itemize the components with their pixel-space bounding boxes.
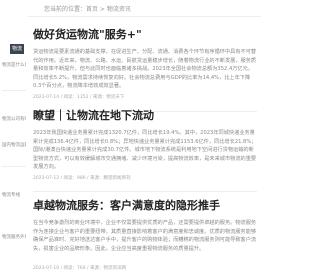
sidebar-item[interactable]: 物流公司有哪些 [2,116,26,122]
article-summary: 货运物流是要素流通的基础支撑，在促进生产、分配、流通、消费各个环节有序循环中具有… [33,49,257,90]
sidebar-item[interactable]: 物流服务外包 [2,234,26,240]
sidebar: 物流 物流是什么意思 物流公司有哪些 国内物流运输 物流专线 物流服务外包 [0,16,28,275]
sidebar-item[interactable]: 物流是什么意思 [2,62,26,68]
article-card: 做好货运物流"服务+" 货运物流是要素流通的基础支撑，在促进生产、分配、流通、消… [33,28,257,100]
article-summary: 在当今竞争激烈的商业环境中，企业不仅需要提供优质的产品，还需要提供卓越的服务。物… [33,220,257,252]
article-meta: 2023-07-14 / 阅读：1352 / 来源：物流天下 [33,95,125,100]
article-card: 瞭望｜让物流在地下流动 2023年我国快递业务量累计完成1320.7亿件，同比增… [33,109,257,181]
sidebar-button[interactable]: 物流 [10,44,24,54]
breadcrumb[interactable]: 您当前的位置：首页 > 物流资讯 [44,4,131,13]
page: 您当前的位置：首页 > 物流资讯 物流 物流是什么意思 物流公司有哪些 国内物流… [0,0,261,275]
sidebar-divider [2,166,26,167]
sidebar-divider [2,90,26,91]
sidebar-item[interactable]: 国内物流运输 [2,142,26,148]
top-bar: 您当前的位置：首页 > 物流资讯 [0,0,261,17]
article-divider [33,191,257,192]
article-card: 卓越物流服务：客户满意度的隐形推手 在当今竞争激烈的商业环境中，企业不仅需要提供… [33,199,257,271]
article-summary: 2023年我国快递业务量累计完成1320.7亿件，同比增长19.4%。其中，20… [33,130,257,171]
article-meta: 2023-07-12 / 阅读：986 / 来源：瞭望新闻周刊 [33,176,131,181]
article-title[interactable]: 卓越物流服务：客户满意度的隐形推手 [33,199,257,213]
sidebar-item[interactable]: 物流专线 [2,192,26,198]
article-meta: 2023-07-10 / 阅读：764 / 来源：物流资讯网 [33,266,126,271]
article-title[interactable]: 做好货运物流"服务+" [33,28,257,42]
article-title[interactable]: 瞭望｜让物流在地下流动 [33,109,257,123]
